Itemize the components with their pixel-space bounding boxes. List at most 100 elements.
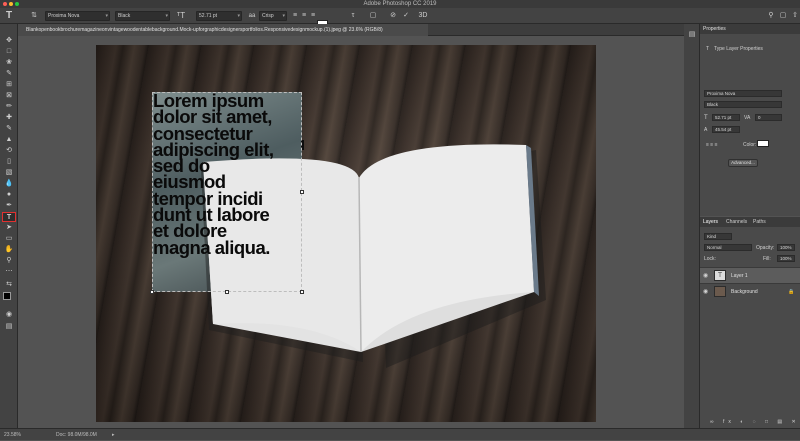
transform-handle[interactable]	[150, 290, 154, 294]
advanced-button[interactable]: Advanced...	[728, 159, 758, 167]
visibility-eye-icon[interactable]: ◉	[703, 288, 708, 295]
properties-font-size[interactable]: 52.71 pt	[712, 114, 740, 121]
tab-layers[interactable]: Layers	[703, 217, 718, 227]
eraser-tool-icon[interactable]: ▯	[2, 157, 16, 167]
visibility-eye-icon[interactable]: ◉	[703, 272, 708, 279]
character-panel-icon[interactable]: ▢	[368, 8, 378, 24]
foreground-color-swatch[interactable]	[3, 292, 11, 300]
status-arrow-icon[interactable]: ▸	[112, 429, 115, 441]
orientation-toggle-icon[interactable]: ⇅	[30, 8, 38, 24]
align-center-icon[interactable]: ≡	[300, 8, 308, 24]
doc-size[interactable]: Doc: 98.0M/98.0M	[56, 429, 97, 441]
swap-colors-icon[interactable]: ⇆	[2, 280, 16, 290]
clone-stamp-tool-icon[interactable]: ▲	[2, 135, 16, 145]
layer-name: Background	[731, 289, 758, 295]
document-tab[interactable]: Blankopenbookbrochuremagazineonvintagewo…	[18, 24, 428, 36]
blur-tool-icon[interactable]: 💧	[2, 179, 16, 189]
leading-icon: A	[704, 127, 708, 133]
align-right-icon[interactable]: ≡	[309, 8, 317, 24]
font-family-select[interactable]: Proxima Nova	[45, 11, 110, 21]
healing-brush-tool-icon[interactable]: ✚	[2, 113, 16, 123]
transform-handle[interactable]	[225, 290, 229, 294]
zoom-tool-icon[interactable]: ⚲	[2, 256, 16, 266]
font-size-select[interactable]: 52.71 pt	[196, 11, 242, 21]
workspace-icon[interactable]: ▢	[778, 8, 788, 24]
paragraph-align-icons[interactable]: ≡ ≡ ≡	[706, 142, 718, 148]
transform-handle[interactable]	[300, 290, 304, 294]
properties-font-style[interactable]: Black	[704, 101, 782, 108]
tracking-icon: VA	[744, 115, 751, 121]
layer-name: Layer 1	[731, 273, 748, 279]
properties-font-family[interactable]: Proxima Nova	[704, 90, 782, 97]
lock-icon[interactable]: 🔒	[788, 289, 794, 295]
antialias-icon: aa	[248, 13, 256, 19]
type-tool-preset-icon[interactable]: T	[4, 8, 14, 24]
layers-footer-icons[interactable]: ∞ fx ◐ ◌ □ ▤ ✕	[710, 419, 800, 425]
pen-tool-icon[interactable]: ✒	[2, 201, 16, 211]
tab-channels[interactable]: Channels	[726, 217, 747, 227]
warp-text-icon[interactable]: τ	[348, 8, 358, 24]
history-panel-icon[interactable]: ▤	[687, 30, 697, 40]
document-canvas[interactable]: Lorem ipsum dolor sit amet, consectetur …	[96, 45, 596, 422]
rectangle-tool-icon[interactable]: ▭	[2, 234, 16, 244]
history-brush-tool-icon[interactable]: ⟲	[2, 146, 16, 156]
options-bar: T ⇅ Proxima Nova Black ᵀT 52.71 pt aa Cr…	[0, 8, 800, 28]
fill-input[interactable]: 100%	[777, 255, 795, 262]
layer-filter-select[interactable]: Kind	[704, 233, 732, 240]
eyedropper-tool-icon[interactable]: ✏	[2, 102, 16, 112]
panel-icon-strip: ▤	[684, 24, 700, 428]
move-tool-icon[interactable]: ✥	[2, 36, 16, 46]
search-icon[interactable]: ⚲	[766, 8, 776, 24]
properties-tracking[interactable]: 0	[755, 114, 782, 121]
status-bar: 23.58% Doc: 98.0M/98.0M ▸	[0, 428, 800, 440]
app-title: Adobe Photoshop CC 2019	[363, 1, 437, 7]
properties-section-title: Type Layer Properties	[714, 46, 763, 52]
properties-header: Properties	[700, 24, 800, 34]
share-icon[interactable]: ⇧	[790, 8, 800, 24]
lock-label: Lock:	[704, 256, 716, 262]
dodge-tool-icon[interactable]: ●	[2, 190, 16, 200]
brush-tool-icon[interactable]: ✎	[2, 124, 16, 134]
antialias-select[interactable]: Crisp	[259, 11, 287, 21]
cancel-edits-icon[interactable]: ⊘	[388, 8, 398, 24]
font-size-icon: ᵀT	[176, 11, 186, 20]
align-left-icon[interactable]: ≡	[291, 8, 299, 24]
lasso-tool-icon[interactable]: ❀	[2, 58, 16, 68]
blend-mode-select[interactable]: Normal	[704, 244, 752, 251]
transform-handle[interactable]	[300, 190, 304, 194]
opacity-label: Opacity:	[756, 245, 775, 251]
zoom-level[interactable]: 23.58%	[4, 429, 21, 441]
type-tool-icon[interactable]: T	[2, 212, 16, 222]
background-layer-thumbnail	[714, 286, 726, 297]
document-tab-label: Blankopenbookbrochuremagazineonvintagewo…	[26, 27, 383, 33]
layers-panel: Layers Channels Paths Kind Normal Opacit…	[700, 217, 800, 428]
tab-paths[interactable]: Paths	[753, 217, 766, 227]
properties-leading[interactable]: 45.54 pt	[712, 126, 740, 133]
path-selection-tool-icon[interactable]: ➤	[2, 223, 16, 233]
text-bounding-box[interactable]	[152, 92, 302, 292]
commit-edits-icon[interactable]: ✓	[401, 8, 411, 24]
layer-row-background[interactable]: ◉ Background 🔒	[700, 283, 800, 299]
3d-icon[interactable]: 3D	[418, 8, 428, 24]
tools-panel: ✥ □ ❀ ✎ ⊞ ⊠ ✏ ✚ ✎ ▲ ⟲ ▯ ▧ 💧 ● ✒ T ➤ ▭ ✋ …	[0, 24, 18, 428]
layer-row-layer1[interactable]: ◉ T Layer 1	[700, 267, 800, 283]
quick-select-tool-icon[interactable]: ✎	[2, 69, 16, 79]
quick-mask-icon[interactable]: ◉	[2, 310, 16, 320]
properties-color-swatch[interactable]	[757, 140, 769, 147]
document-tab-bar: Blankopenbookbrochuremagazineonvintagewo…	[18, 24, 684, 36]
opacity-input[interactable]: 100%	[777, 244, 795, 251]
color-label: Color:	[743, 142, 757, 148]
gradient-tool-icon[interactable]: ▧	[2, 168, 16, 178]
type-layer-icon: T	[706, 46, 710, 52]
properties-panel: Properties T Type Layer Properties Proxi…	[700, 24, 800, 216]
marquee-tool-icon[interactable]: □	[2, 47, 16, 57]
screen-mode-icon[interactable]: ▤	[2, 322, 16, 332]
frame-tool-icon[interactable]: ⊠	[2, 91, 16, 101]
font-size-icon: T	[704, 115, 708, 121]
text-layer-thumbnail: T	[714, 270, 726, 281]
crop-tool-icon[interactable]: ⊞	[2, 80, 16, 90]
hand-tool-icon[interactable]: ✋	[2, 245, 16, 255]
more-tools-icon[interactable]: ⋯	[2, 267, 16, 277]
title-bar: Adobe Photoshop CC 2019	[0, 0, 800, 8]
font-style-select[interactable]: Black	[115, 11, 170, 21]
